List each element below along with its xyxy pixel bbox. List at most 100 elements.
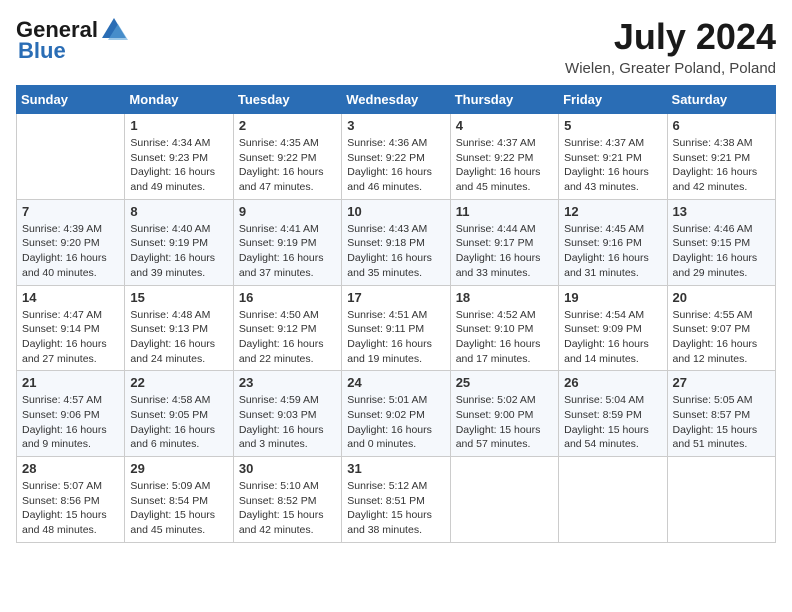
week-row-1: 1 Sunrise: 4:34 AM Sunset: 9:23 PM Daylig… (17, 114, 776, 200)
day-number: 19 (564, 290, 661, 305)
cell-content: Sunrise: 4:47 AM Sunset: 9:14 PM Dayligh… (22, 308, 119, 367)
day-number: 14 (22, 290, 119, 305)
cell-content: Sunrise: 5:09 AM Sunset: 8:54 PM Dayligh… (130, 479, 227, 538)
day-number: 18 (456, 290, 553, 305)
weekday-header-saturday: Saturday (667, 86, 775, 114)
month-year-title: July 2024 (565, 16, 776, 58)
calendar-cell (450, 457, 558, 543)
cell-content: Sunrise: 4:59 AM Sunset: 9:03 PM Dayligh… (239, 393, 336, 452)
calendar-cell (559, 457, 667, 543)
week-row-4: 21Sunrise: 4:57 AM Sunset: 9:06 PM Dayli… (17, 371, 776, 457)
calendar-cell: 25Sunrise: 5:02 AM Sunset: 9:00 PM Dayli… (450, 371, 558, 457)
weekday-header-monday: Monday (125, 86, 233, 114)
cell-content: Sunrise: 4:46 AM Sunset: 9:15 PM Dayligh… (673, 222, 770, 281)
day-number: 22 (130, 375, 227, 390)
day-number: 25 (456, 375, 553, 390)
logo-blue-text: Blue (18, 38, 66, 64)
calendar-cell: 12 Sunrise: 4:45 AM Sunset: 9:16 PM Dayli… (559, 199, 667, 285)
calendar-cell (667, 457, 775, 543)
calendar-cell (17, 114, 125, 200)
day-number: 28 (22, 461, 119, 476)
weekday-header-row: SundayMondayTuesdayWednesdayThursdayFrid… (17, 86, 776, 114)
title-section: July 2024 Wielen, Greater Poland, Poland (565, 16, 776, 77)
cell-content: Sunrise: 4:52 AM Sunset: 9:10 PM Dayligh… (456, 308, 553, 367)
day-number: 13 (673, 204, 770, 219)
calendar-cell: 10Sunrise: 4:43 AM Sunset: 9:18 PM Dayli… (342, 199, 450, 285)
calendar-cell: 31 Sunrise: 5:12 AM Sunset: 8:51 PM Dayli… (342, 457, 450, 543)
day-number: 6 (673, 118, 770, 133)
weekday-header-tuesday: Tuesday (233, 86, 341, 114)
calendar-cell: 3 Sunrise: 4:36 AM Sunset: 9:22 PM Daylig… (342, 114, 450, 200)
cell-content: Sunrise: 5:04 AM Sunset: 8:59 PM Dayligh… (564, 393, 661, 452)
calendar-cell: 26 Sunrise: 5:04 AM Sunset: 8:59 PM Dayli… (559, 371, 667, 457)
calendar-cell: 1 Sunrise: 4:34 AM Sunset: 9:23 PM Daylig… (125, 114, 233, 200)
week-row-3: 14 Sunrise: 4:47 AM Sunset: 9:14 PM Dayli… (17, 285, 776, 371)
calendar-cell: 30 Sunrise: 5:10 AM Sunset: 8:52 PM Dayli… (233, 457, 341, 543)
calendar-cell: 13 Sunrise: 4:46 AM Sunset: 9:15 PM Dayli… (667, 199, 775, 285)
day-number: 29 (130, 461, 227, 476)
day-number: 3 (347, 118, 444, 133)
calendar-cell: 5 Sunrise: 4:37 AM Sunset: 9:21 PM Daylig… (559, 114, 667, 200)
cell-content: Sunrise: 5:07 AM Sunset: 8:56 PM Dayligh… (22, 479, 119, 538)
cell-content: Sunrise: 4:34 AM Sunset: 9:23 PM Dayligh… (130, 136, 227, 195)
weekday-header-wednesday: Wednesday (342, 86, 450, 114)
calendar-cell: 21Sunrise: 4:57 AM Sunset: 9:06 PM Dayli… (17, 371, 125, 457)
calendar-cell: 14 Sunrise: 4:47 AM Sunset: 9:14 PM Dayli… (17, 285, 125, 371)
day-number: 11 (456, 204, 553, 219)
day-number: 16 (239, 290, 336, 305)
cell-content: Sunrise: 4:36 AM Sunset: 9:22 PM Dayligh… (347, 136, 444, 195)
calendar-cell: 17Sunrise: 4:51 AM Sunset: 9:11 PM Dayli… (342, 285, 450, 371)
day-number: 1 (130, 118, 227, 133)
cell-content: Sunrise: 4:37 AM Sunset: 9:21 PM Dayligh… (564, 136, 661, 195)
day-number: 26 (564, 375, 661, 390)
cell-content: Sunrise: 5:01 AM Sunset: 9:02 PM Dayligh… (347, 393, 444, 452)
day-number: 24 (347, 375, 444, 390)
page-header: General Blue July 2024 Wielen, Greater P… (16, 16, 776, 77)
cell-content: Sunrise: 4:39 AM Sunset: 9:20 PM Dayligh… (22, 222, 119, 281)
cell-content: Sunrise: 4:35 AM Sunset: 9:22 PM Dayligh… (239, 136, 336, 195)
calendar-cell: 2 Sunrise: 4:35 AM Sunset: 9:22 PM Daylig… (233, 114, 341, 200)
day-number: 30 (239, 461, 336, 476)
weekday-header-friday: Friday (559, 86, 667, 114)
cell-content: Sunrise: 4:45 AM Sunset: 9:16 PM Dayligh… (564, 222, 661, 281)
calendar-cell: 8Sunrise: 4:40 AM Sunset: 9:19 PM Daylig… (125, 199, 233, 285)
week-row-5: 28 Sunrise: 5:07 AM Sunset: 8:56 PM Dayli… (17, 457, 776, 543)
calendar-cell: 16 Sunrise: 4:50 AM Sunset: 9:12 PM Dayli… (233, 285, 341, 371)
location-subtitle: Wielen, Greater Poland, Poland (565, 60, 776, 77)
cell-content: Sunrise: 4:55 AM Sunset: 9:07 PM Dayligh… (673, 308, 770, 367)
cell-content: Sunrise: 4:44 AM Sunset: 9:17 PM Dayligh… (456, 222, 553, 281)
cell-content: Sunrise: 4:43 AM Sunset: 9:18 PM Dayligh… (347, 222, 444, 281)
calendar-cell: 4 Sunrise: 4:37 AM Sunset: 9:22 PM Daylig… (450, 114, 558, 200)
day-number: 5 (564, 118, 661, 133)
calendar-cell: 22Sunrise: 4:58 AM Sunset: 9:05 PM Dayli… (125, 371, 233, 457)
cell-content: Sunrise: 4:38 AM Sunset: 9:21 PM Dayligh… (673, 136, 770, 195)
day-number: 27 (673, 375, 770, 390)
cell-content: Sunrise: 5:05 AM Sunset: 8:57 PM Dayligh… (673, 393, 770, 452)
cell-content: Sunrise: 4:41 AM Sunset: 9:19 PM Dayligh… (239, 222, 336, 281)
cell-content: Sunrise: 4:54 AM Sunset: 9:09 PM Dayligh… (564, 308, 661, 367)
logo-icon (100, 16, 128, 44)
cell-content: Sunrise: 4:57 AM Sunset: 9:06 PM Dayligh… (22, 393, 119, 452)
day-number: 2 (239, 118, 336, 133)
cell-content: Sunrise: 5:12 AM Sunset: 8:51 PM Dayligh… (347, 479, 444, 538)
calendar-table: SundayMondayTuesdayWednesdayThursdayFrid… (16, 85, 776, 543)
day-number: 15 (130, 290, 227, 305)
day-number: 4 (456, 118, 553, 133)
cell-content: Sunrise: 4:37 AM Sunset: 9:22 PM Dayligh… (456, 136, 553, 195)
day-number: 12 (564, 204, 661, 219)
calendar-cell: 20 Sunrise: 4:55 AM Sunset: 9:07 PM Dayli… (667, 285, 775, 371)
cell-content: Sunrise: 4:48 AM Sunset: 9:13 PM Dayligh… (130, 308, 227, 367)
calendar-cell: 23Sunrise: 4:59 AM Sunset: 9:03 PM Dayli… (233, 371, 341, 457)
cell-content: Sunrise: 4:50 AM Sunset: 9:12 PM Dayligh… (239, 308, 336, 367)
calendar-cell: 29 Sunrise: 5:09 AM Sunset: 8:54 PM Dayli… (125, 457, 233, 543)
day-number: 9 (239, 204, 336, 219)
calendar-cell: 27 Sunrise: 5:05 AM Sunset: 8:57 PM Dayli… (667, 371, 775, 457)
cell-content: Sunrise: 5:10 AM Sunset: 8:52 PM Dayligh… (239, 479, 336, 538)
calendar-cell: 24 Sunrise: 5:01 AM Sunset: 9:02 PM Dayli… (342, 371, 450, 457)
calendar-cell: 15 Sunrise: 4:48 AM Sunset: 9:13 PM Dayli… (125, 285, 233, 371)
day-number: 20 (673, 290, 770, 305)
calendar-cell: 19 Sunrise: 4:54 AM Sunset: 9:09 PM Dayli… (559, 285, 667, 371)
day-number: 31 (347, 461, 444, 476)
day-number: 7 (22, 204, 119, 219)
calendar-cell: 7 Sunrise: 4:39 AM Sunset: 9:20 PM Daylig… (17, 199, 125, 285)
